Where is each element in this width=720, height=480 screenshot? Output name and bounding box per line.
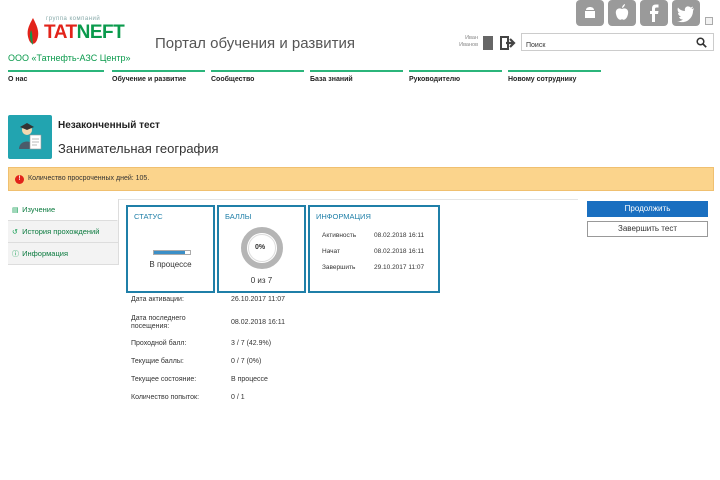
panel-divider [118, 199, 578, 200]
status-progress-fill [154, 251, 185, 254]
info-card-title: ИНФОРМАЦИЯ [316, 212, 371, 221]
status-card: СТАТУС В процессе [126, 205, 215, 293]
flame-logo-icon [27, 18, 39, 45]
detail-value: 0 / 7 (0%) [231, 358, 262, 365]
overdue-alert: ! Количество просроченных дней: 105. [8, 167, 714, 191]
nav-item-community[interactable]: Сообщество [211, 70, 304, 84]
company-name[interactable]: ООО «Татнефть-АЗС Центр» [8, 53, 131, 63]
twitter-icon[interactable] [672, 0, 700, 26]
info-row-value: 08.02.2018 16:11 [374, 248, 425, 255]
detail-key: Текущие баллы: [131, 358, 184, 365]
status-text: В процессе [149, 260, 192, 269]
detail-value: В процессе [231, 376, 268, 383]
detail-value: 0 / 1 [231, 394, 245, 401]
logo-wordmark: TATNEFT [44, 22, 125, 43]
portal-title: Портал обучения и развития [155, 35, 355, 52]
alert-text: Количество просроченных дней: 105. [28, 175, 150, 182]
continue-button[interactable]: Продолжить [587, 201, 708, 217]
course-title: Занимательная география [58, 141, 219, 156]
status-card-title: СТАТУС [134, 212, 163, 221]
logout-icon[interactable] [500, 36, 516, 50]
finish-test-button[interactable]: Завершить тест [587, 221, 708, 237]
detail-key: Дата активации: [131, 296, 184, 303]
sidebar: ▤ Изучение ↺ История прохождений ⓘ Инфор… [8, 199, 118, 265]
warning-icon: ! [15, 175, 24, 184]
facebook-icon[interactable] [640, 0, 668, 26]
detail-value: 26.10.2017 11:07 [231, 296, 285, 303]
detail-value: 08.02.2018 16:11 [231, 319, 285, 326]
score-card: БАЛЛЫ 0% 0 из 7 [217, 205, 306, 293]
score-card-title: БАЛЛЫ [225, 212, 252, 221]
sidebar-item-label: История прохождений [22, 227, 100, 236]
info-row-key: Активность [322, 232, 357, 239]
student-icon [19, 123, 42, 150]
score-text: 0 из 7 [250, 276, 273, 285]
book-icon: ▤ [12, 207, 19, 214]
search-input[interactable] [522, 37, 692, 54]
info-row: Начат 08.02.2018 16:11 [322, 248, 424, 255]
sidebar-item-info[interactable]: ⓘ Информация [8, 243, 118, 265]
user-avatar-icon[interactable] [483, 36, 493, 50]
sidebar-item-label: Информация [22, 249, 69, 258]
android-icon[interactable] [576, 0, 604, 26]
history-icon: ↺ [12, 229, 18, 236]
status-progress-bar [153, 250, 191, 255]
sidebar-item-study[interactable]: ▤ Изучение [8, 199, 118, 221]
detail-key: Количество попыток: [131, 394, 200, 401]
sidebar-item-label: Изучение [22, 205, 56, 214]
nav-item-learning[interactable]: Обучение и развитие [112, 70, 205, 84]
info-row-key: Начат [322, 248, 341, 255]
info-card: ИНФОРМАЦИЯ Активность 08.02.2018 16:11 Н… [308, 205, 440, 293]
broken-image-icon [705, 17, 713, 25]
detail-value: 3 / 7 (42.9%) [231, 340, 272, 347]
user-name[interactable]: Иван Иванов [448, 35, 478, 49]
info-row: Активность 08.02.2018 16:11 [322, 232, 424, 239]
info-row-key: Завершить [322, 264, 356, 271]
test-status-label: Незаконченный тест [58, 120, 160, 131]
score-percent: 0% [254, 244, 266, 251]
nav-item-new-employee[interactable]: Новому сотруднику [508, 70, 601, 84]
nav-item-about[interactable]: О нас [8, 70, 104, 84]
sidebar-item-history[interactable]: ↺ История прохождений [8, 221, 118, 243]
apple-icon[interactable] [608, 0, 636, 26]
course-icon [8, 115, 52, 159]
detail-key: Проходной балл: [131, 340, 187, 347]
info-row: Завершить 29.10.2017 11:07 [322, 264, 424, 271]
search-box[interactable] [521, 33, 714, 54]
nav-item-knowledge-base[interactable]: База знаний [310, 70, 403, 84]
nav-item-manager[interactable]: Руководителю [409, 70, 502, 84]
detail-key: Текущее состояние: [131, 376, 197, 383]
info-row-value: 08.02.2018 16:11 [374, 232, 425, 239]
main-nav: О нас Обучение и развитие Сообщество Баз… [8, 70, 698, 84]
sidebar-border [118, 199, 119, 265]
detail-key: Дата последнего посещения: [131, 315, 186, 330]
info-row-value: 29.10.2017 11:07 [374, 264, 425, 271]
company-logo[interactable]: группа компаний TATNEFT [26, 16, 134, 50]
search-icon[interactable] [696, 37, 707, 48]
info-icon: ⓘ [12, 251, 19, 258]
